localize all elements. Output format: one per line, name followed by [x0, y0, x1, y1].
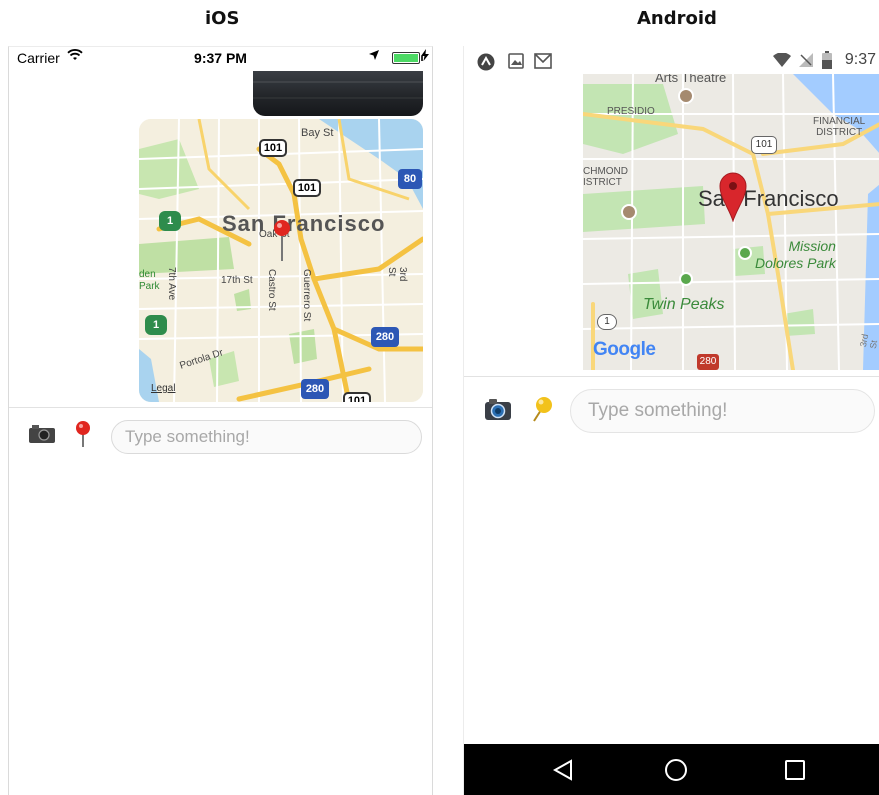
- app-notification-icon: [477, 53, 495, 71]
- poi-icon: [678, 88, 694, 104]
- street-label: Guerrero St: [301, 269, 312, 322]
- photo-message-bubble[interactable]: [253, 71, 423, 116]
- interstate-80-shield: 80: [398, 169, 422, 189]
- camera-icon[interactable]: [484, 397, 512, 421]
- street-label: 3rd St: [386, 267, 408, 282]
- back-icon[interactable]: [551, 758, 575, 782]
- poi-label: Arts Theatre: [655, 74, 727, 85]
- ios-label: iOS: [205, 8, 240, 29]
- legal-link[interactable]: Legal: [151, 383, 175, 394]
- district-label: CHMOND ISTRICT: [583, 166, 628, 188]
- ios-phone: Carrier 9:37 PM Bay St Oak St 17th St 7t…: [8, 46, 433, 795]
- map-pin-icon[interactable]: [73, 420, 93, 448]
- android-composer-toolbar: Type something!: [464, 376, 879, 446]
- street-label: Bay St: [301, 127, 334, 139]
- park-label: Mission Dolores Park: [755, 238, 836, 271]
- street-label: 3rd St: [858, 333, 879, 350]
- park-label: Park: [139, 281, 160, 292]
- park-icon: [679, 272, 693, 286]
- interstate-280-shield: 280: [697, 354, 719, 370]
- image-icon: [508, 53, 524, 69]
- gmail-icon: [534, 53, 552, 69]
- status-time: 9:37: [844, 51, 876, 68]
- android-phone: 9:37 Arts Theatre PRESIDIO FINANCIAL DIS…: [463, 46, 879, 795]
- route-1-shield: 1: [597, 314, 617, 330]
- district-label: PRESIDIO: [607, 106, 655, 117]
- street-label: Castro St: [266, 269, 277, 311]
- android-status-bar: 9:37: [464, 46, 879, 74]
- wifi-icon: [773, 53, 791, 67]
- home-icon[interactable]: [664, 758, 688, 782]
- map-pin-icon[interactable]: [530, 395, 554, 423]
- message-input[interactable]: Type something!: [570, 389, 875, 433]
- ios-composer-toolbar: Type something!: [9, 407, 432, 462]
- map-pin-icon: [274, 220, 290, 261]
- location-arrow-icon: [368, 49, 380, 64]
- signal-icon: [799, 53, 813, 67]
- map-pin-icon: [719, 172, 747, 222]
- battery-icon: [392, 52, 423, 64]
- route-1-shield: 1: [145, 315, 167, 335]
- ios-status-bar: Carrier 9:37 PM: [9, 47, 432, 69]
- route-1-shield: 1: [159, 211, 181, 231]
- location-message-map[interactable]: Bay St Oak St 17th St 7th Ave Castro St …: [139, 119, 423, 402]
- park-label: Twin Peaks: [643, 296, 725, 313]
- charging-icon: [421, 49, 429, 64]
- city-label: San Francisco: [222, 211, 386, 236]
- google-logo: Google: [593, 339, 656, 360]
- park-icon: [738, 246, 752, 260]
- highway-101-shield: 101: [293, 179, 321, 197]
- district-label: FINANCIAL DISTRICT: [813, 116, 866, 138]
- park-prefix-label: den: [139, 269, 156, 280]
- highway-101-shield: 101: [751, 136, 777, 154]
- street-label: 7th Ave: [166, 267, 177, 301]
- highway-101-shield: 101: [259, 139, 287, 157]
- battery-icon: [822, 51, 832, 69]
- message-input[interactable]: Type something!: [111, 420, 422, 454]
- location-message-map[interactable]: Arts Theatre PRESIDIO FINANCIAL DISTRICT…: [583, 74, 879, 370]
- interstate-280-shield: 280: [371, 327, 399, 347]
- android-nav-bar: [464, 744, 879, 795]
- android-label: Android: [637, 8, 717, 29]
- camera-icon[interactable]: [29, 425, 55, 443]
- street-label: 17th St: [221, 275, 253, 286]
- highway-101-shield: 101: [343, 392, 371, 402]
- poi-icon: [621, 204, 637, 220]
- interstate-280-shield: 280: [301, 379, 329, 399]
- recents-icon[interactable]: [783, 758, 807, 782]
